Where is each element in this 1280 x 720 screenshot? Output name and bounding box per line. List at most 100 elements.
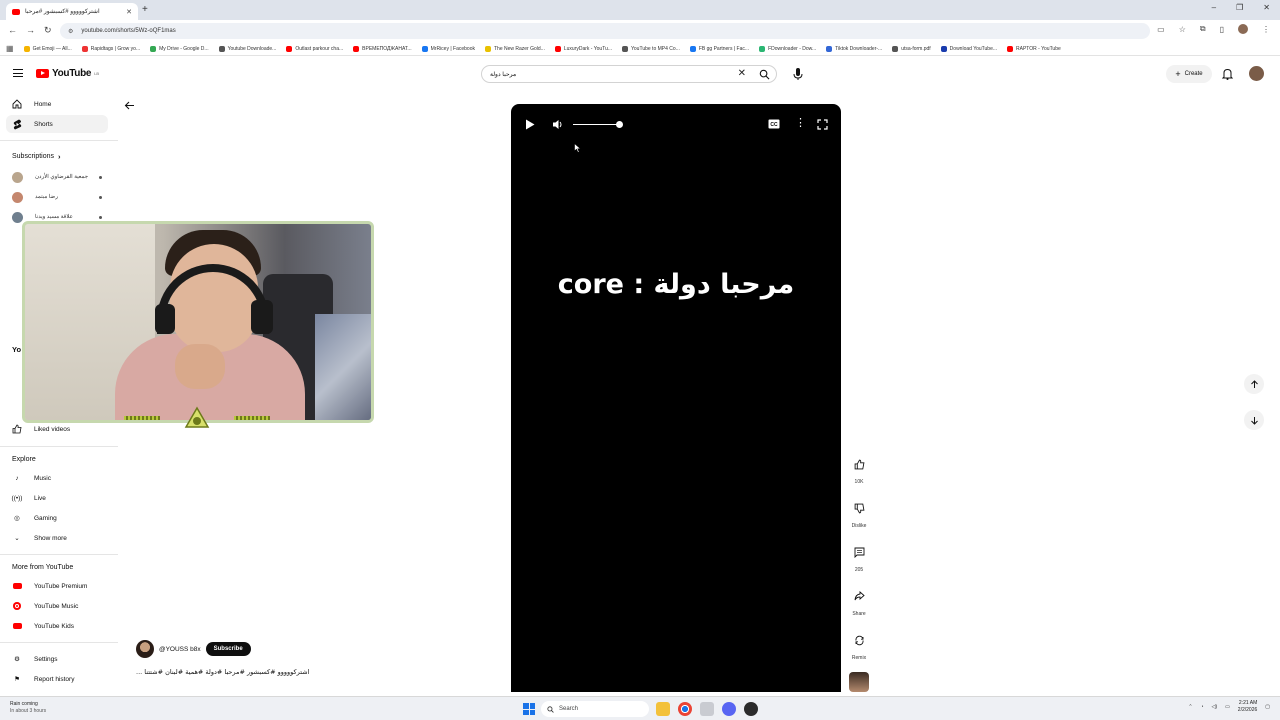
tab-close-icon[interactable]: ✕ — [126, 8, 132, 16]
bookmark-item[interactable]: My Drive - Google D... — [150, 45, 209, 52]
notifications-icon[interactable]: ▢ — [1265, 704, 1270, 710]
bookmark-star-icon[interactable]: ☆ — [1179, 25, 1186, 34]
restore-icon[interactable]: ❐ — [1236, 3, 1243, 12]
sidebar-item-music[interactable]: ♪ Music — [6, 469, 108, 487]
new-tab-icon[interactable]: + — [142, 4, 148, 15]
sidebar-item-youtube-music[interactable]: YouTube Music — [6, 597, 108, 615]
voice-search-icon[interactable] — [792, 67, 806, 81]
bookmark-item[interactable]: FDownloader - Dow... — [759, 45, 816, 52]
channel-handle[interactable]: @YOUSS b8x — [159, 646, 201, 653]
file-explorer-icon[interactable] — [656, 702, 670, 716]
account-avatar[interactable] — [1249, 66, 1264, 81]
sidebar-item-settings[interactable]: ⚙ Settings — [6, 650, 108, 668]
search-icon — [547, 705, 554, 713]
bookmark-item[interactable]: RAPTOR - YouTube — [1007, 45, 1061, 52]
chevron-up-icon[interactable]: ⌃ — [1188, 704, 1192, 710]
profile-avatar[interactable] — [1238, 24, 1248, 34]
chrome-icon[interactable] — [678, 702, 692, 716]
discord-icon[interactable] — [722, 702, 736, 716]
sidepanel-icon[interactable]: ▯ — [1220, 25, 1224, 34]
close-window-icon[interactable]: ✕ — [1263, 3, 1270, 12]
sidebar-item-youtube-premium[interactable]: YouTube Premium — [6, 577, 108, 595]
play-icon[interactable] — [525, 119, 535, 132]
next-short-button[interactable] — [1244, 410, 1264, 430]
share-button[interactable]: Share — [846, 587, 872, 617]
volume-slider-handle[interactable] — [616, 121, 623, 128]
volume-slider-track[interactable] — [573, 124, 619, 125]
shorts-video-player[interactable]: CC ⋮ core : مرحبا دولة — [511, 104, 841, 692]
wifi-icon[interactable]: ◔ — [1201, 704, 1204, 710]
chevron-down-icon: ⌄ — [14, 535, 20, 542]
battery-icon[interactable]: ▭ — [1225, 704, 1230, 710]
create-button[interactable]: + Create — [1166, 65, 1212, 83]
clear-search-icon[interactable]: ✕ — [738, 68, 746, 79]
sidebar-item-live[interactable]: ((•)) Live — [6, 489, 108, 507]
app-icon[interactable] — [700, 702, 714, 716]
bookmark-item[interactable]: Outlast parkour cha... — [286, 45, 343, 52]
bookmark-item[interactable]: MrRicey | Facebook — [421, 45, 475, 52]
bookmark-item[interactable]: Download YouTube... — [940, 45, 997, 52]
bookmark-item[interactable]: LuxuryDark - YouTu... — [554, 45, 612, 52]
more-options-icon[interactable]: ⋮ — [795, 116, 806, 129]
sidebar-item-gaming[interactable]: ◎ Gaming — [6, 509, 108, 527]
youtube-play-icon — [36, 69, 49, 78]
clock[interactable]: 2:21 AM 2/2/2026 — [1238, 700, 1257, 714]
weather-widget[interactable]: Rain coming In about 3 hours — [10, 701, 46, 715]
youtube-favicon-icon — [12, 8, 20, 15]
channel-avatar[interactable] — [136, 640, 154, 658]
notifications-bell-icon[interactable] — [1221, 68, 1234, 82]
video-description[interactable]: ... اشتركووووو #كسبشور #مرحبا #دولة #همي… — [136, 668, 309, 676]
volume-icon[interactable] — [552, 119, 564, 132]
search-input[interactable]: مرحبا دولة ✕ — [481, 65, 777, 83]
comments-button[interactable]: 205 — [846, 543, 872, 573]
remix-button[interactable]: Remix — [846, 631, 872, 661]
bookmark-item[interactable]: utsa-form.pdf — [892, 45, 931, 52]
taskbar-search[interactable]: Search — [541, 701, 649, 717]
sidebar-item-youtube-kids[interactable]: YouTube Kids — [6, 617, 108, 635]
bookmark-item[interactable]: FB gg Partners | Fac... — [689, 45, 749, 52]
search-button[interactable] — [759, 69, 770, 82]
you-heading[interactable]: Yo — [12, 345, 21, 354]
gamepad-icon: ◎ — [14, 515, 20, 522]
subscription-item[interactable]: رضا مبتمد — [12, 190, 102, 204]
sidebar-item-home[interactable]: Home — [6, 95, 108, 113]
site-info-icon[interactable]: ⚙ — [68, 28, 73, 35]
forward-nav-icon[interactable]: → — [26, 25, 35, 35]
subscription-item[interactable]: جمعية القرضاوي الأردن — [12, 170, 102, 184]
like-button[interactable]: 10K — [846, 455, 872, 485]
reload-icon[interactable]: ↻ — [44, 25, 52, 36]
back-arrow-icon[interactable] — [124, 100, 135, 113]
subscribe-button[interactable]: Subscribe — [205, 642, 251, 656]
webcam-frame-decoration — [234, 416, 270, 420]
dislike-button[interactable]: Dislike — [846, 499, 872, 529]
captions-icon[interactable]: CC — [768, 119, 780, 131]
bookmark-item[interactable]: Get Emoji — All... — [23, 45, 72, 52]
browser-tab[interactable]: اشتركووووو #كسبشور #مرحبا ✕ — [6, 3, 138, 20]
app-icon[interactable] — [744, 702, 758, 716]
sound-thumbnail[interactable] — [849, 672, 869, 692]
bookmark-item[interactable]: The New Razer Gold... — [484, 45, 545, 52]
extensions-icon[interactable]: ⧉ — [1200, 24, 1206, 34]
address-bar[interactable]: ⚙ youtube.com/shorts/5Wz-oQF1mas — [60, 23, 1150, 39]
bookmark-item[interactable]: Tiktok Downloader-... — [826, 45, 882, 52]
windows-start-icon[interactable] — [523, 703, 535, 715]
cast-icon[interactable]: ▭ — [1157, 25, 1165, 34]
bookmark-item[interactable]: YouTube to MP4 Co... — [622, 45, 680, 52]
subscriptions-heading[interactable]: Subscriptions › — [12, 152, 61, 161]
back-nav-icon[interactable]: ← — [8, 25, 17, 35]
bookmark-item[interactable]: Youtube Downloade... — [218, 45, 276, 52]
home-icon — [12, 99, 22, 109]
speaker-icon[interactable]: ◁) — [1212, 704, 1218, 710]
hamburger-menu-icon[interactable] — [13, 69, 23, 77]
bookmark-item[interactable]: Rapidtags | Grow yo... — [81, 45, 140, 52]
browser-menu-icon[interactable]: ⋮ — [1262, 25, 1270, 34]
minimize-icon[interactable]: – — [1212, 3, 1216, 12]
previous-short-button[interactable] — [1244, 374, 1264, 394]
bookmark-item[interactable]: ВРЕМЕПОДЖАНАТ... — [353, 45, 412, 52]
apps-grid-icon[interactable]: ▦ — [6, 44, 14, 53]
sidebar-item-report-history[interactable]: ⚑ Report history — [6, 670, 108, 688]
fullscreen-icon[interactable] — [817, 119, 828, 132]
sidebar-show-more[interactable]: ⌄ Show more — [6, 529, 108, 547]
sidebar-item-shorts[interactable]: Shorts — [6, 115, 108, 133]
youtube-logo[interactable]: YouTube LB — [36, 68, 99, 79]
